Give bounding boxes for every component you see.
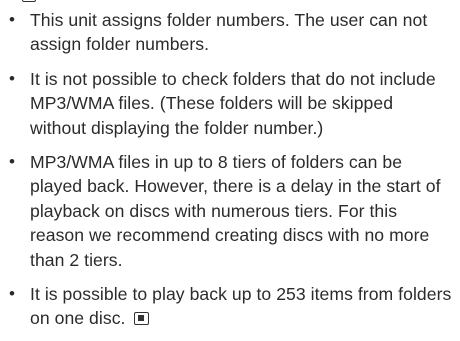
note-text: It is possible to play back up to 253 it… <box>30 284 452 329</box>
note-text: MP3/WMA files in up to 8 tiers of folder… <box>30 152 441 270</box>
bullet-icon: • <box>8 10 15 29</box>
note-text: This unit assigns folder numbers. The us… <box>30 10 428 55</box>
notes-list: • This unit assigns folder numbers. The … <box>0 8 460 341</box>
list-item: • This unit assigns folder numbers. The … <box>0 8 460 57</box>
bullet-icon: • <box>8 152 15 172</box>
bullet-icon: • <box>8 284 15 304</box>
section-end-icon <box>134 312 150 326</box>
list-item: • It is not possible to check folders th… <box>0 67 460 140</box>
list-item: • It is possible to play back up to 253 … <box>0 282 460 331</box>
bullet-icon: • <box>8 68 15 88</box>
note-start-icon <box>22 0 36 2</box>
note-text: It is not possible to check folders that… <box>30 68 436 138</box>
list-item: • MP3/WMA files in up to 8 tiers of fold… <box>0 150 460 272</box>
